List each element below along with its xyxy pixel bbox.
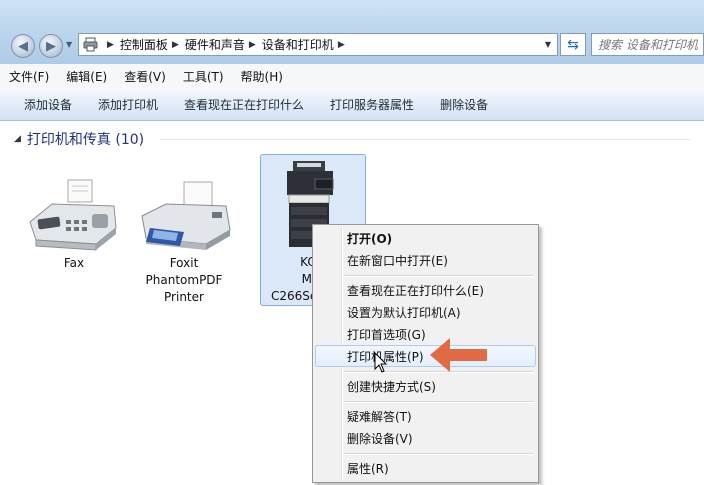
remove-device-button[interactable]: 删除设备 [428, 96, 502, 113]
breadcrumb-hardware-sound[interactable]: 硬件和声音 [185, 36, 245, 53]
menu-troubleshoot[interactable]: 疑难解答(T) [315, 405, 536, 427]
menu-help[interactable]: 帮助(H) [232, 68, 291, 85]
menu-create-shortcut[interactable]: 创建快捷方式(S) [315, 375, 536, 397]
forward-button[interactable]: ▶ [39, 34, 63, 58]
back-button[interactable]: ◀ [11, 34, 35, 58]
context-menu: 打开(O) 在新窗口中打开(E) 查看现在正在打印什么(E) 设置为默认打印机(… [312, 224, 539, 483]
breadcrumb: ▶ 控制面板 ▶ 硬件和声音 ▶ 设备和打印机 ▶ [103, 34, 351, 55]
address-toolbar: ◀ ▶ ▼ ▶ 控制面板 ▶ 硬件和声音 ▶ 设备和打印机 ▶ ▼ ⇆ [0, 0, 704, 64]
menu-properties[interactable]: 属性(R) [315, 457, 536, 479]
breadcrumb-separator-icon[interactable]: ▶ [249, 40, 256, 50]
mouse-cursor-icon [374, 352, 388, 373]
search-box[interactable] [591, 33, 704, 56]
breadcrumb-devices-printers[interactable]: 设备和打印机 [262, 36, 334, 53]
recent-pages-dropdown-icon[interactable]: ▼ [66, 40, 72, 49]
group-divider [160, 139, 690, 140]
add-device-button[interactable]: 添加设备 [0, 96, 86, 113]
see-whats-printing-button[interactable]: 查看现在正在打印什么 [172, 96, 318, 113]
menu-separator [344, 401, 534, 403]
address-dropdown-icon[interactable]: ▼ [541, 34, 555, 55]
device-label: Fax [63, 256, 85, 270]
annotation-arrow-icon [430, 338, 487, 372]
refresh-button[interactable]: ⇆ [560, 33, 586, 56]
menu-remove-device[interactable]: 删除设备(V) [315, 427, 536, 449]
device-fax[interactable]: Fax [22, 176, 126, 272]
collapse-arrow-icon[interactable]: ◢ [14, 134, 21, 144]
menu-tools[interactable]: 工具(T) [174, 68, 232, 85]
menu-separator [344, 453, 534, 455]
address-bar[interactable]: ▶ 控制面板 ▶ 硬件和声音 ▶ 设备和打印机 ▶ ▼ [78, 33, 558, 56]
group-header[interactable]: ◢ 打印机和传真 (10) [14, 129, 144, 149]
devices-printers-icon [83, 37, 98, 52]
group-title: 打印机和传真 (10) [26, 132, 145, 148]
menu-see-whats-printing[interactable]: 查看现在正在打印什么(E) [315, 279, 536, 301]
menu-bar: 文件(F) 编辑(E) 查看(V) 工具(T) 帮助(H) [0, 64, 704, 89]
breadcrumb-separator-icon[interactable]: ▶ [172, 40, 179, 50]
breadcrumb-control-panel[interactable]: 控制面板 [120, 36, 168, 53]
device-label-line-3: Printer [164, 290, 204, 304]
search-input[interactable] [592, 34, 702, 55]
menu-file[interactable]: 文件(F) [0, 68, 57, 85]
menu-open-new-window[interactable]: 在新窗口中打开(E) [315, 249, 536, 271]
printer-icon [141, 181, 231, 250]
command-bar: 添加设备 添加打印机 查看现在正在打印什么 打印服务器属性 删除设备 [0, 88, 704, 121]
print-server-properties-button[interactable]: 打印服务器属性 [318, 96, 428, 113]
menu-edit[interactable]: 编辑(E) [57, 68, 115, 85]
refresh-icon: ⇆ [567, 36, 579, 53]
breadcrumb-separator-icon[interactable]: ▶ [338, 40, 345, 50]
menu-printing-preferences[interactable]: 打印首选项(G) [315, 323, 536, 345]
breadcrumb-separator-icon[interactable]: ▶ [107, 40, 114, 50]
forward-arrow-icon: ▶ [46, 38, 56, 54]
device-foxit-phantompdf-printer[interactable]: Foxit PhantomPDF Printer [130, 176, 238, 306]
menu-view[interactable]: 查看(V) [115, 68, 174, 85]
menu-set-default-printer[interactable]: 设置为默认打印机(A) [315, 301, 536, 323]
add-printer-button[interactable]: 添加打印机 [86, 96, 172, 113]
device-label-line-2: PhantomPDF [145, 273, 223, 287]
back-arrow-icon: ◀ [18, 38, 28, 54]
menu-printer-properties[interactable]: 打印机属性(P) [315, 345, 536, 367]
menu-open[interactable]: 打开(O) [315, 227, 536, 249]
menu-separator [344, 275, 534, 277]
device-label-line-1: Foxit [169, 256, 199, 270]
fax-icon [29, 179, 117, 251]
